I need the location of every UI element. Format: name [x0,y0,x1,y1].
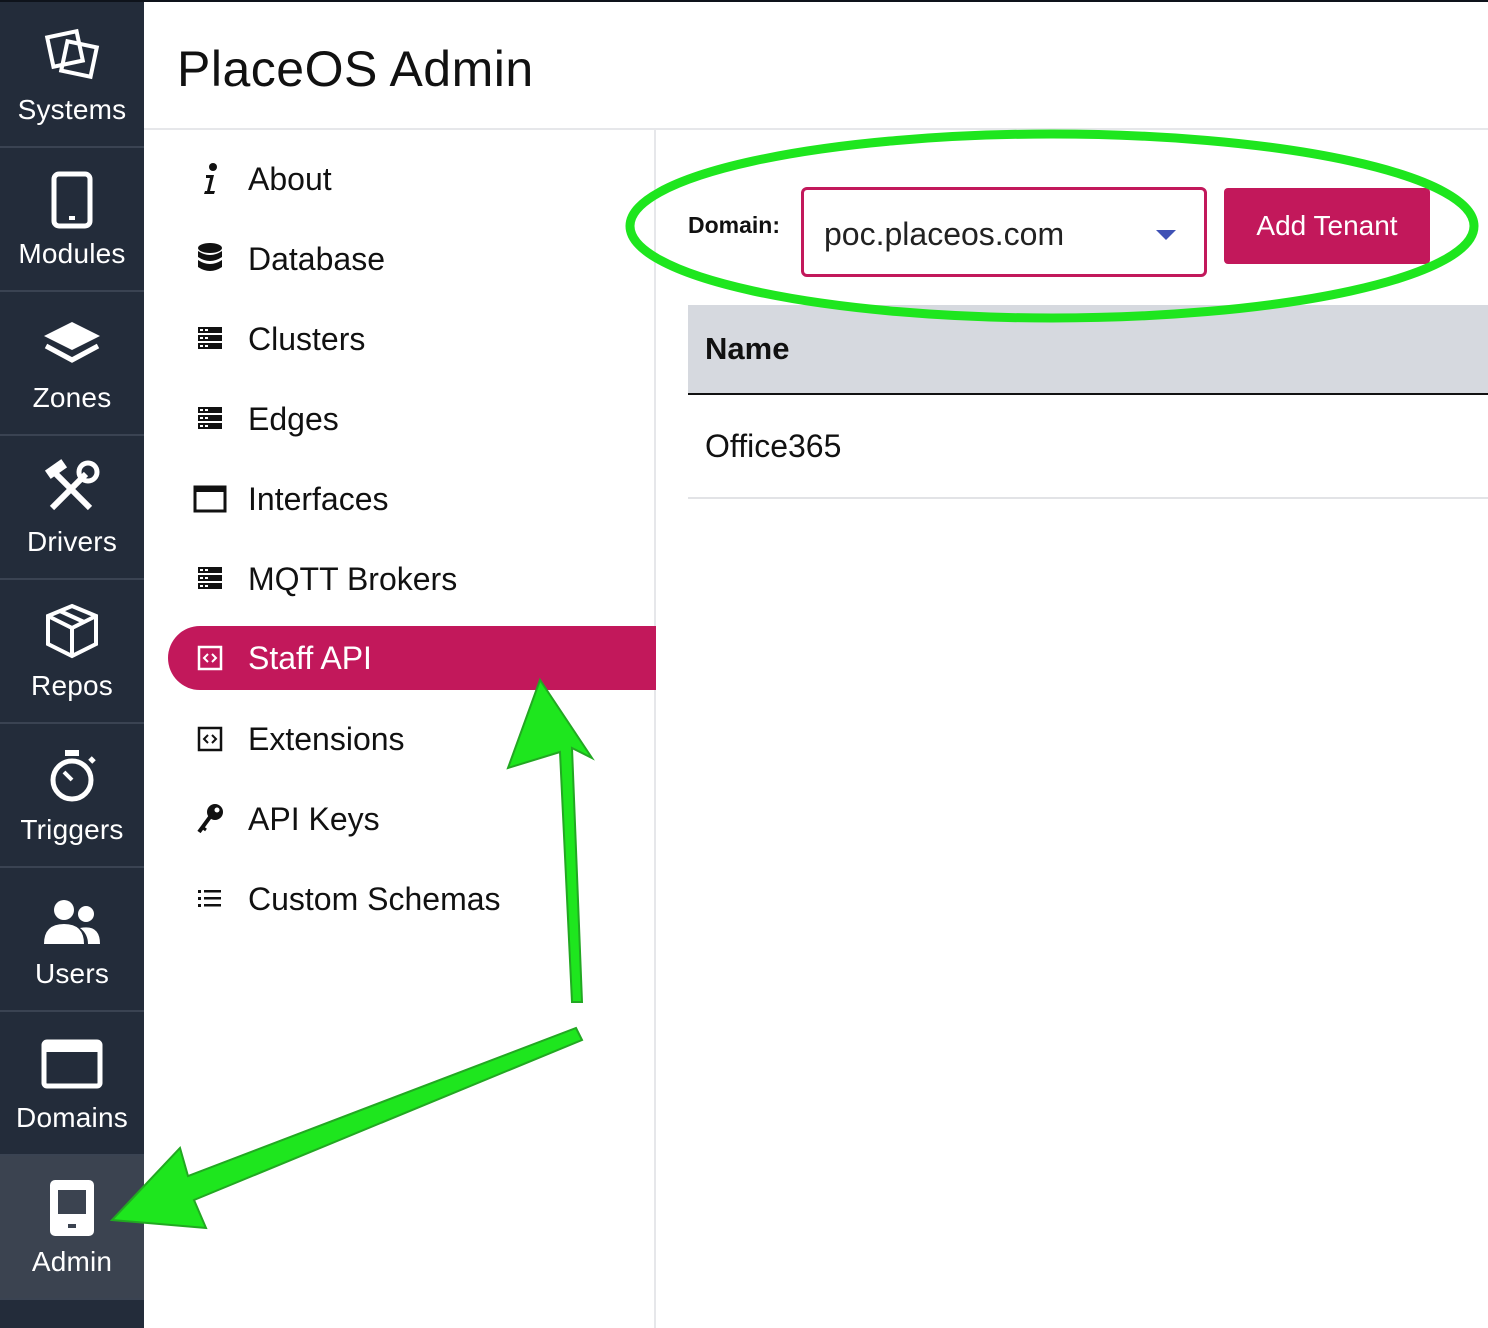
rail-label: Users [34,958,110,989]
subnav-label: Database [248,240,385,277]
key-icon [197,804,223,834]
subnav-item-extensions[interactable]: Extensions [168,707,656,771]
subnav-label: API Keys [248,800,380,837]
subnav-item-clusters[interactable]: Clusters [168,307,656,371]
subnav-item-edges[interactable]: Edges [168,387,656,451]
rail-label: Drivers [26,526,118,557]
rail-item-modules[interactable]: Modules [0,148,144,292]
rail-item-domains[interactable]: Domains [0,1012,144,1156]
rail-item-users[interactable]: Users [0,868,144,1012]
subnav-item-mqtt-brokers[interactable]: MQTT Brokers [168,547,656,611]
add-tenant-button[interactable]: Add Tenant [1224,188,1430,264]
subnav-label: Clusters [248,320,366,357]
rail-label: Repos [31,670,113,701]
subnav-label: Extensions [248,720,405,757]
subnav-item-api-keys[interactable]: API Keys [168,787,656,851]
app-header: PlaceOS Admin [144,0,1488,130]
rail-label: Modules [18,238,126,269]
subnav-item-interfaces[interactable]: Interfaces [168,467,656,531]
rail-label: Domains [16,1102,128,1133]
subnav-item-database[interactable]: Database [168,227,656,291]
tenants-table: Name Office365 [688,305,1488,499]
table-row[interactable]: Office365 [688,395,1488,499]
systems-icon [44,28,100,80]
subnav-label: MQTT Brokers [248,560,458,597]
users-icon [44,900,100,944]
main-nav-rail: Systems Modules Zones Drivers Repos Trig… [0,0,144,1328]
stopwatch-icon [50,750,96,802]
info-icon [204,163,217,194]
admin-icon [50,1180,94,1236]
subnav-label: Edges [248,400,339,437]
rail-item-drivers[interactable]: Drivers [0,436,144,580]
browser-window-icon [41,1039,103,1089]
table-header: Name [688,305,1488,395]
dropdown-arrow-icon [1156,230,1176,240]
table-cell-name: Office365 [705,427,842,464]
rail-item-systems[interactable]: Systems [0,4,144,148]
server-icon [198,407,222,429]
rail-item-triggers[interactable]: Triggers [0,724,144,868]
code-icon [197,645,223,671]
subnav-label: Custom Schemas [248,880,501,917]
rail-item-repos[interactable]: Repos [0,580,144,724]
domain-label: Domain: [688,212,780,238]
server-icon [198,567,222,589]
page-title: PlaceOS Admin [177,41,534,97]
subnav-label: Interfaces [248,480,389,517]
rail-label: Admin [31,1246,113,1277]
subnav-item-staff-api[interactable]: Staff API [168,626,656,690]
list-icon [198,890,221,907]
domain-select-value: poc.placeos.com [824,216,1065,252]
tablet-icon [51,171,93,229]
database-icon [198,243,222,271]
server-icon [198,327,222,349]
package-icon [46,603,98,659]
rail-item-zones[interactable]: Zones [0,292,144,436]
subnav-label: About [248,160,332,197]
staff-api-panel: Domain: poc.placeos.com Add Tenant Name … [656,130,1488,1328]
admin-subnav: About Database Clusters Edges Interfaces… [144,130,656,1328]
tools-icon [44,459,100,511]
code-icon [197,726,223,752]
subnav-item-about[interactable]: About [168,147,656,211]
domain-select[interactable]: poc.placeos.com [801,187,1207,277]
window-icon [193,485,227,513]
subnav-item-custom-schemas[interactable]: Custom Schemas [168,867,656,931]
column-header-name: Name [705,331,790,366]
rail-label: Zones [32,382,112,413]
rail-label: Triggers [20,814,124,845]
layers-icon [44,322,100,363]
subnav-label: Staff API [248,639,372,676]
rail-item-admin[interactable]: Admin [0,1156,144,1300]
rail-label: Systems [17,94,127,125]
